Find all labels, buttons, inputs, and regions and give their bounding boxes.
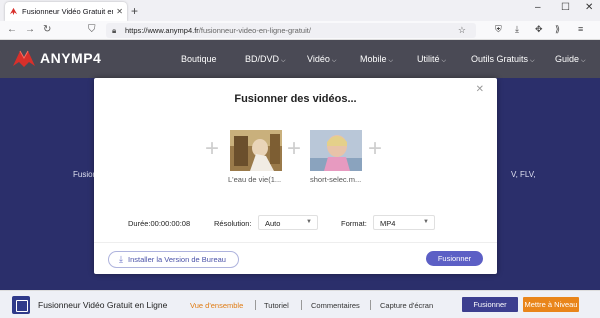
chevron-down-icon: ▼ bbox=[423, 219, 429, 225]
nav-label: Utilité bbox=[417, 54, 440, 64]
browser-tab[interactable]: Fusionneur Vidéo Gratuit en Lig ✕ bbox=[5, 2, 127, 21]
star-icon[interactable]: ☆ bbox=[458, 25, 466, 36]
download-icon[interactable]: ⤓ bbox=[515, 24, 519, 35]
tools-icon[interactable]: ⟫ bbox=[555, 24, 560, 35]
anymp4-favicon bbox=[9, 7, 18, 16]
tab-title: Fusionneur Vidéo Gratuit en Lig bbox=[22, 7, 113, 16]
nav-guide[interactable]: Guide ⌵ bbox=[555, 54, 586, 65]
nav-bd-dvd[interactable]: BD/DVD ⌵ bbox=[245, 54, 286, 65]
new-tab-button[interactable]: + bbox=[131, 4, 138, 18]
chevron-down-icon: ⌵ bbox=[530, 58, 535, 64]
logo-icon bbox=[13, 50, 35, 67]
menu-icon[interactable]: ≡ bbox=[578, 24, 583, 34]
chevron-down-icon: ⌵ bbox=[581, 58, 586, 64]
nav-label: Guide bbox=[555, 54, 580, 64]
nav-utilite[interactable]: Utilité ⌵ bbox=[417, 54, 446, 65]
link-screenshot[interactable]: Capture d'écran bbox=[380, 301, 433, 310]
url-domain: https://www.anymp4.fr bbox=[125, 26, 199, 35]
merge-dialog: ✕ Fusionner des vidéos... + L'eau de vie… bbox=[94, 78, 497, 274]
divider bbox=[370, 300, 371, 310]
format-label: Format: bbox=[341, 219, 367, 228]
chevron-down-icon: ⌵ bbox=[388, 58, 394, 64]
video-caption-1: L'eau de vie(1... bbox=[228, 175, 282, 184]
back-icon[interactable]: ← bbox=[7, 24, 17, 35]
close-window-button[interactable]: ✕ bbox=[585, 2, 593, 13]
url-path: /fusionneur-video-en-ligne-gratuit/ bbox=[198, 26, 311, 35]
nav-label: BD/DVD bbox=[245, 54, 280, 64]
install-desktop-button[interactable]: ⤓ Installer la Version de Bureau bbox=[108, 251, 239, 268]
resolution-select[interactable]: Auto ▼ bbox=[258, 215, 318, 230]
site-logo[interactable]: ANYMP4 bbox=[12, 48, 101, 68]
link-comments[interactable]: Commentaires bbox=[311, 301, 360, 310]
nav-label: Outils Gratuits bbox=[471, 54, 529, 64]
browser-toolbar: ← → ↻ ⛉ 🔒︎ https://www.anymp4.fr/fusionn… bbox=[0, 21, 600, 40]
nav-mobile[interactable]: Mobile ⌵ bbox=[360, 54, 393, 65]
pocket-icon[interactable]: ⛨ bbox=[495, 24, 502, 35]
site-header: ANYMP4 Boutique BD/DVD ⌵ Vidéo ⌵ Mobile ⌵ U… bbox=[0, 40, 600, 78]
add-video-after-icon[interactable]: + bbox=[368, 137, 382, 161]
add-video-between-icon[interactable]: + bbox=[287, 137, 301, 161]
brand-name: ANYMP4 bbox=[40, 50, 102, 66]
resolution-value: Auto bbox=[265, 219, 281, 228]
link-overview[interactable]: Vue d'ensemble bbox=[190, 301, 243, 310]
nav-label: Mobile bbox=[360, 54, 387, 64]
dialog-divider bbox=[94, 242, 497, 243]
maximize-button[interactable]: ☐ bbox=[561, 2, 570, 13]
browser-tab-strip: Fusionneur Vidéo Gratuit en Lig ✕ + – ☐ … bbox=[0, 0, 600, 21]
hero-text-right: V, FLV, bbox=[511, 170, 536, 179]
chevron-down-icon: ⌵ bbox=[441, 58, 447, 64]
video-thumbnail-2[interactable] bbox=[310, 130, 362, 171]
address-bar[interactable]: 🔒︎ https://www.anymp4.fr/fusionneur-vide… bbox=[106, 23, 476, 38]
format-select[interactable]: MP4 ▼ bbox=[373, 215, 435, 230]
chevron-down-icon: ⌵ bbox=[331, 58, 337, 64]
upgrade-button[interactable]: Mettre à Niveau bbox=[523, 297, 579, 312]
minimize-button[interactable]: – bbox=[535, 2, 541, 13]
format-value: MP4 bbox=[380, 219, 396, 228]
video-caption-2: short-selec.m... bbox=[310, 175, 362, 184]
nav-label: Boutique bbox=[181, 54, 217, 64]
bottom-merge-button[interactable]: Fusionner bbox=[462, 297, 518, 312]
nav-boutique[interactable]: Boutique bbox=[181, 54, 217, 64]
nav-outils-gratuits[interactable]: Outils Gratuits ⌵ bbox=[471, 54, 535, 65]
reload-icon[interactable]: ↻ bbox=[43, 24, 51, 35]
dialog-title: Fusionner des vidéos... bbox=[234, 93, 357, 105]
product-bottom-bar: Fusionneur Vidéo Gratuit en Ligne Vue d'… bbox=[0, 290, 600, 318]
lock-icon[interactable]: 🔒︎ bbox=[112, 26, 122, 36]
install-label: Installer la Version de Bureau bbox=[127, 255, 226, 264]
puzzle-icon[interactable]: ✥ bbox=[535, 24, 543, 35]
nav-label: Vidéo bbox=[307, 54, 330, 64]
shield-icon[interactable]: ⛉ bbox=[88, 24, 96, 35]
divider bbox=[301, 300, 302, 310]
nav-video[interactable]: Vidéo ⌵ bbox=[307, 54, 336, 65]
video-thumbnail-1[interactable] bbox=[230, 130, 282, 171]
url-text: https://www.anymp4.fr/fusionneur-video-e… bbox=[125, 26, 311, 35]
duration-label: Durée:00:00:00:08 bbox=[128, 219, 191, 228]
link-tutorial[interactable]: Tutoriel bbox=[264, 301, 289, 310]
download-icon: ⤓ bbox=[119, 254, 123, 264]
resolution-label: Résolution: bbox=[214, 219, 252, 228]
divider bbox=[255, 300, 256, 310]
add-video-before-icon[interactable]: + bbox=[205, 137, 219, 161]
product-name: Fusionneur Vidéo Gratuit en Ligne bbox=[38, 300, 168, 310]
chevron-down-icon: ⌵ bbox=[281, 58, 286, 64]
forward-icon[interactable]: → bbox=[25, 24, 35, 35]
app-icon bbox=[12, 296, 30, 314]
tab-close-icon[interactable]: ✕ bbox=[116, 7, 123, 16]
chevron-down-icon: ▼ bbox=[306, 219, 312, 225]
video-thumbnail-image bbox=[310, 130, 362, 171]
merge-button[interactable]: Fusionner bbox=[426, 251, 483, 266]
video-thumbnail-image bbox=[230, 130, 282, 171]
